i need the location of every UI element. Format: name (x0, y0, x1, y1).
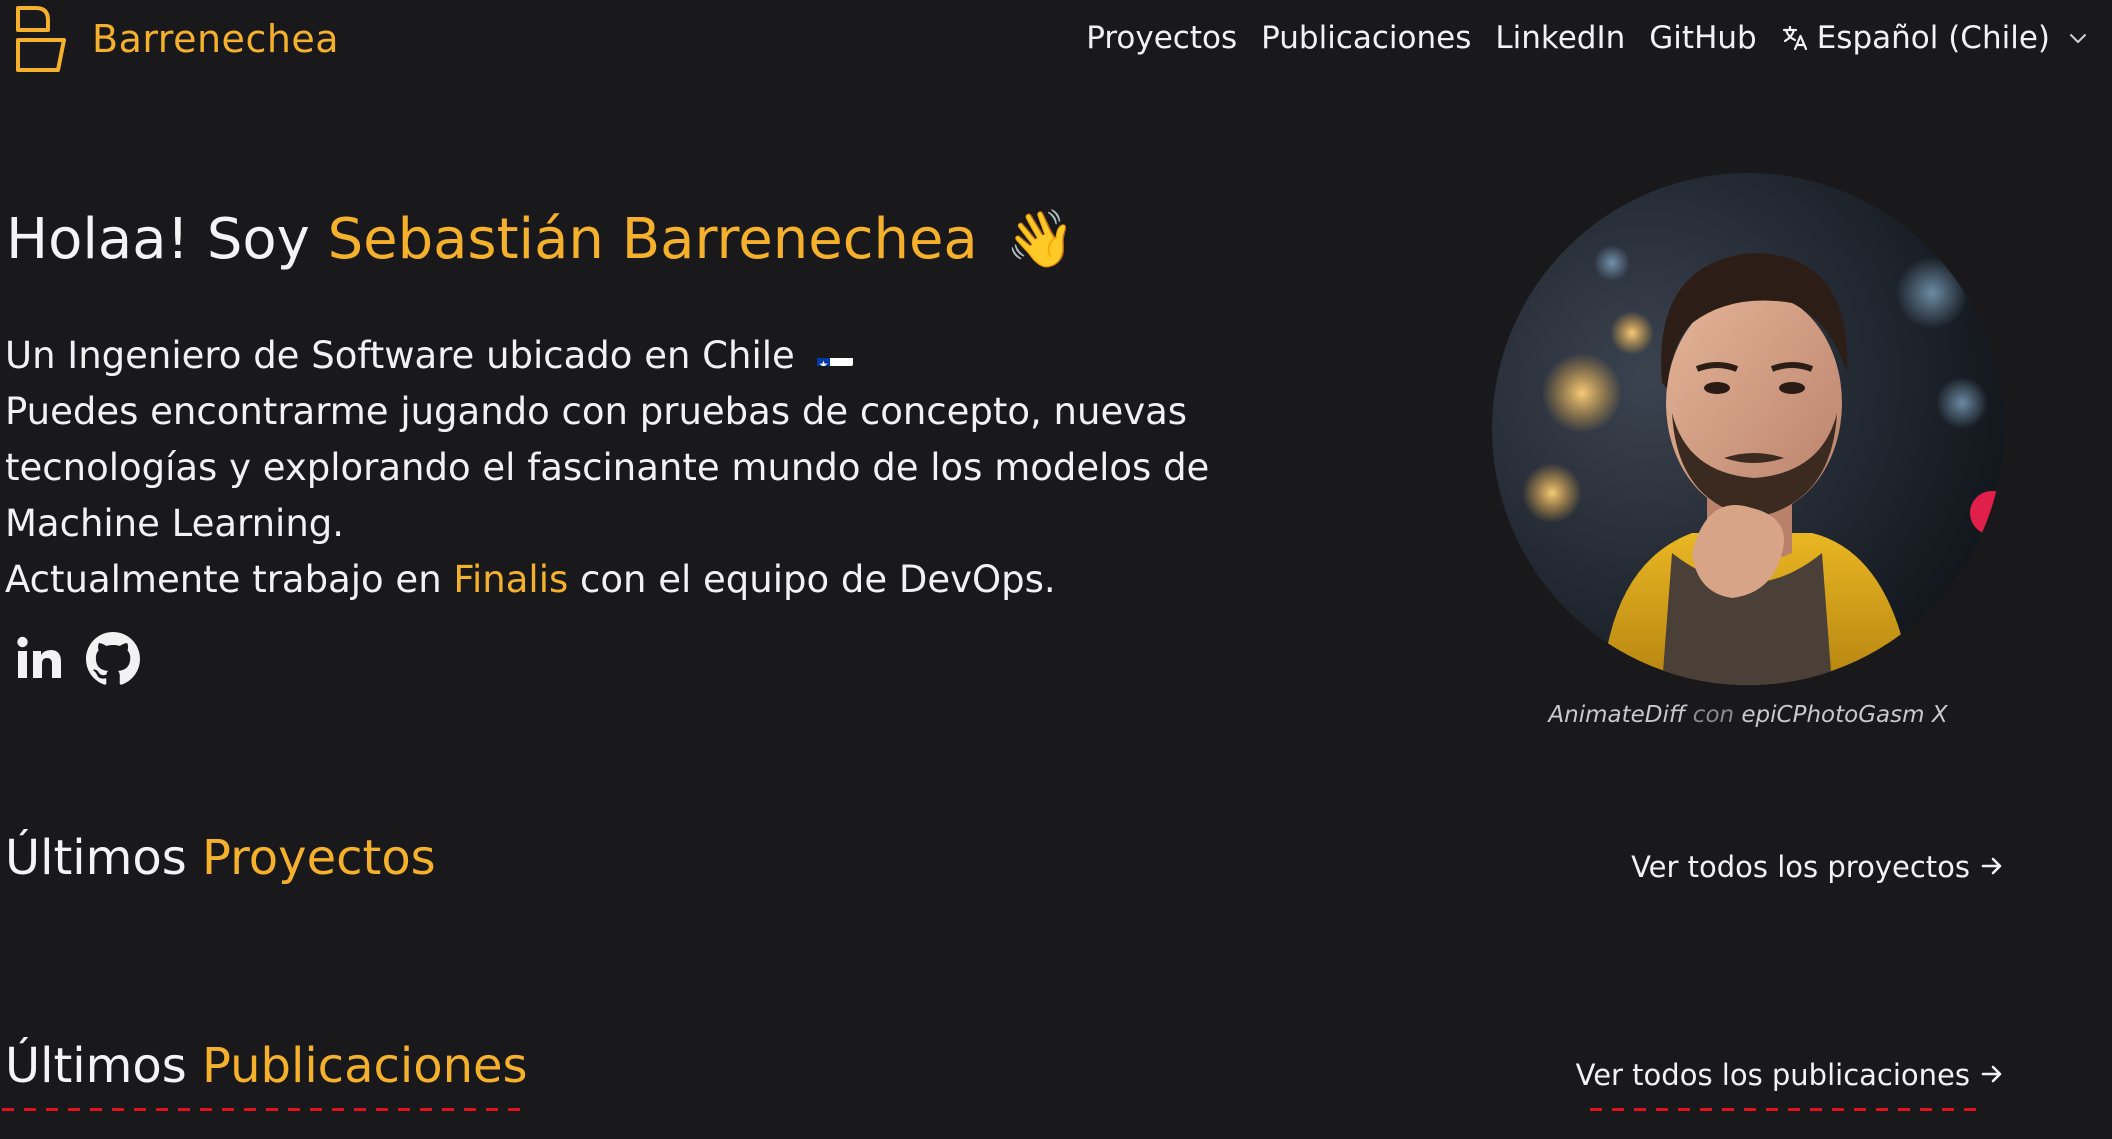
see-all-projects-link[interactable]: Ver todos los proyectos (1631, 850, 2004, 884)
nav-link-linkedin[interactable]: LinkedIn (1495, 20, 1625, 56)
latest-projects-title: Últimos Proyectos (5, 830, 436, 886)
caption-tool: AnimateDiff (1548, 702, 1686, 728)
arrow-right-icon (1980, 1058, 2004, 1092)
hero-name: Sebastián Barrenechea (327, 207, 978, 272)
language-label: Español (Chile) (1816, 20, 2050, 56)
portrait-caption: AnimateDiff con epiCPhotoGasm X (1492, 702, 2004, 728)
caption-joiner: con (1692, 702, 1735, 728)
see-all-projects-label: Ver todos los proyectos (1631, 850, 1970, 884)
nav-links: Proyectos Publicaciones LinkedIn GitHub … (1086, 14, 2088, 62)
brand-name: Barrenechea (92, 17, 340, 61)
chevron-down-icon (2068, 31, 2088, 45)
see-all-publications-underline (1590, 1108, 1982, 1111)
chile-flag-icon (816, 342, 853, 366)
see-all-publications-link[interactable]: Ver todos los publicaciones (1576, 1058, 2004, 1092)
nav-link-github[interactable]: GitHub (1649, 20, 1756, 56)
translate-icon (1781, 24, 1809, 52)
hero-title: Holaa! Soy Sebastián Barrenechea 👋 (6, 206, 1075, 272)
github-icon[interactable] (86, 632, 140, 690)
hero-greeting: Holaa! Soy (6, 207, 328, 272)
hero-work-suffix: con el equipo de DevOps. (568, 558, 1056, 601)
hero-line-location: Un Ingeniero de Software ubicado en Chil… (5, 328, 1325, 384)
social-links (14, 632, 140, 690)
profile-portrait (1492, 173, 2004, 685)
company-link-finalis[interactable]: Finalis (453, 558, 568, 601)
folded-page-logo-icon (14, 4, 70, 74)
nav-link-publicaciones[interactable]: Publicaciones (1261, 20, 1471, 56)
top-navigation: Barrenechea Proyectos Publicaciones Link… (0, 0, 2112, 76)
hero-line-interests: Puedes encontrarme jugando con pruebas d… (5, 390, 1210, 545)
nav-link-proyectos[interactable]: Proyectos (1086, 20, 1237, 56)
publications-title-prefix: Últimos (5, 1038, 203, 1094)
publications-title-accent: Publicaciones (202, 1038, 528, 1094)
projects-title-accent: Proyectos (202, 830, 436, 886)
latest-publications-title: Últimos Publicaciones (5, 1038, 528, 1094)
publications-title-underline (2, 1108, 526, 1111)
linkedin-icon[interactable] (14, 633, 66, 689)
hero-location-text: Un Ingeniero de Software ubicado en Chil… (5, 334, 795, 377)
hero-work-prefix: Actualmente trabajo en (5, 558, 454, 601)
see-all-publications-label: Ver todos los publicaciones (1575, 1058, 1970, 1092)
arrow-right-icon (1980, 850, 2004, 884)
projects-title-prefix: Últimos (5, 830, 203, 886)
hero-description: Un Ingeniero de Software ubicado en Chil… (5, 328, 1325, 608)
brand-home-link[interactable]: Barrenechea (14, 4, 339, 74)
caption-model: epiCPhotoGasm X (1741, 702, 1948, 728)
waving-hand-emoji: 👋 (1005, 207, 1076, 272)
language-selector[interactable]: Español (Chile) (1781, 20, 2088, 56)
hero-line-work: Actualmente trabajo en Finalis con el eq… (5, 552, 1325, 608)
